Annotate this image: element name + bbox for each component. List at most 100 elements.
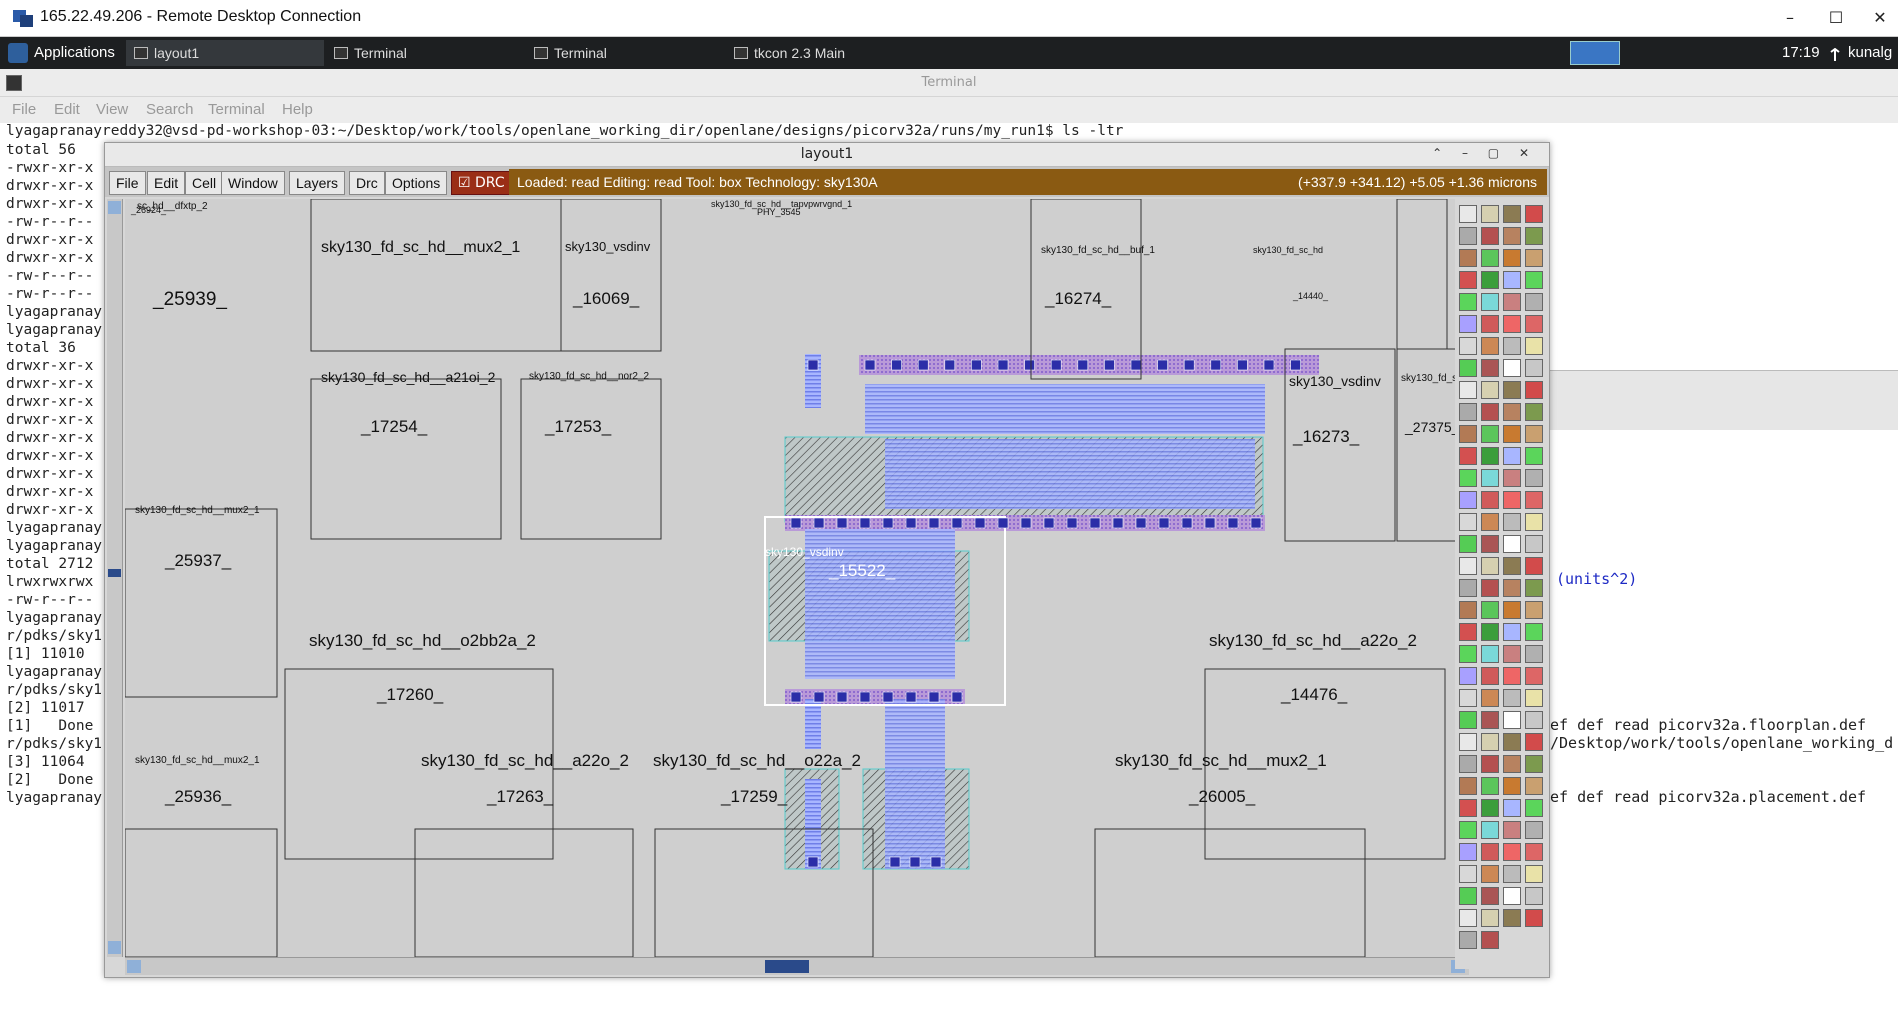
network-icon[interactable] — [1828, 47, 1842, 61]
task-tkcon[interactable]: tkcon 2.3 Main — [726, 40, 924, 66]
layer-swatch[interactable] — [1481, 271, 1499, 289]
layer-swatch[interactable] — [1525, 227, 1543, 245]
layer-swatch[interactable] — [1459, 843, 1477, 861]
layer-swatch[interactable] — [1459, 469, 1477, 487]
layer-swatch[interactable] — [1503, 491, 1521, 509]
layer-swatch[interactable] — [1481, 667, 1499, 685]
layer-swatch[interactable] — [1481, 513, 1499, 531]
scroll-up-arrow-icon[interactable] — [108, 201, 121, 214]
layer-swatch[interactable] — [1459, 337, 1477, 355]
layer-swatch[interactable] — [1459, 513, 1477, 531]
terminal-menu-file[interactable]: File — [12, 101, 36, 118]
layer-swatch[interactable] — [1481, 601, 1499, 619]
layer-swatch[interactable] — [1459, 227, 1477, 245]
layer-swatch[interactable] — [1459, 447, 1477, 465]
layer-swatch[interactable] — [1525, 337, 1543, 355]
layer-swatch[interactable] — [1481, 843, 1499, 861]
layer-swatch[interactable] — [1503, 293, 1521, 311]
layer-swatch[interactable] — [1503, 843, 1521, 861]
drc-toggle[interactable]: ☑ DRC — [451, 171, 512, 195]
layer-swatch[interactable] — [1525, 909, 1543, 927]
layer-swatch[interactable] — [1459, 711, 1477, 729]
magic-menu-edit[interactable]: Edit — [147, 171, 186, 195]
layer-swatch[interactable] — [1525, 799, 1543, 817]
layer-swatch[interactable] — [1481, 447, 1499, 465]
layer-swatch[interactable] — [1459, 315, 1477, 333]
layer-swatch[interactable] — [1481, 469, 1499, 487]
layer-swatch[interactable] — [1503, 887, 1521, 905]
layer-swatch[interactable] — [1503, 799, 1521, 817]
layer-swatch[interactable] — [1481, 645, 1499, 663]
layout-canvas[interactable]: sky130_fd_sc_hd__mux2_1 _25939_ sky130_vsd… — [125, 199, 1469, 957]
layer-swatch[interactable] — [1481, 205, 1499, 223]
terminal-menu-view[interactable]: View — [96, 101, 128, 118]
layer-swatch[interactable] — [1525, 645, 1543, 663]
layer-swatch[interactable] — [1503, 557, 1521, 575]
user-menu[interactable]: kunalg — [1848, 40, 1892, 66]
magic-menu-options[interactable]: Options — [385, 171, 448, 195]
layer-swatch[interactable] — [1481, 909, 1499, 927]
layer-swatch[interactable] — [1503, 249, 1521, 267]
layer-swatch[interactable] — [1525, 469, 1543, 487]
layer-swatch[interactable] — [1481, 227, 1499, 245]
layer-swatch[interactable] — [1481, 579, 1499, 597]
layer-swatch[interactable] — [1503, 513, 1521, 531]
layer-swatch[interactable] — [1525, 513, 1543, 531]
layer-swatch[interactable] — [1525, 777, 1543, 795]
magic-menu-layers[interactable]: Layers — [289, 171, 346, 195]
layer-swatch[interactable] — [1503, 865, 1521, 883]
scroll-thumb[interactable] — [765, 960, 809, 973]
layer-swatch[interactable] — [1525, 623, 1543, 641]
scroll-down-arrow-icon[interactable] — [108, 941, 121, 954]
layer-swatch[interactable] — [1525, 821, 1543, 839]
layer-swatch[interactable] — [1503, 821, 1521, 839]
layer-swatch[interactable] — [1503, 227, 1521, 245]
layer-swatch[interactable] — [1525, 403, 1543, 421]
layer-swatch[interactable] — [1525, 557, 1543, 575]
layer-swatch[interactable] — [1525, 843, 1543, 861]
layer-swatch[interactable] — [1459, 931, 1477, 949]
vertical-scrollbar[interactable] — [107, 199, 123, 957]
magic-menu-cell[interactable]: Cell — [185, 171, 224, 195]
layer-swatch[interactable] — [1481, 711, 1499, 729]
layer-swatch[interactable] — [1481, 931, 1499, 949]
terminal-menu-terminal[interactable]: Terminal — [208, 101, 265, 118]
layer-swatch[interactable] — [1503, 535, 1521, 553]
layer-swatch[interactable] — [1503, 425, 1521, 443]
layer-swatch[interactable] — [1481, 249, 1499, 267]
layer-swatch[interactable] — [1503, 315, 1521, 333]
layer-swatch[interactable] — [1525, 865, 1543, 883]
layer-swatch[interactable] — [1525, 601, 1543, 619]
layer-swatch[interactable] — [1481, 755, 1499, 773]
layer-swatch[interactable] — [1481, 689, 1499, 707]
layer-swatch[interactable] — [1459, 425, 1477, 443]
layer-swatch[interactable] — [1481, 491, 1499, 509]
layer-swatch[interactable] — [1459, 359, 1477, 377]
scroll-thumb[interactable] — [108, 569, 121, 577]
layer-swatch[interactable] — [1459, 887, 1477, 905]
layer-swatch[interactable] — [1481, 733, 1499, 751]
terminal-menu-help[interactable]: Help — [282, 101, 313, 118]
layer-swatch[interactable] — [1459, 535, 1477, 553]
layer-swatch[interactable] — [1525, 535, 1543, 553]
layer-swatch[interactable] — [1525, 205, 1543, 223]
layer-swatch[interactable] — [1459, 293, 1477, 311]
layer-swatch[interactable] — [1503, 689, 1521, 707]
layer-swatch[interactable] — [1459, 491, 1477, 509]
layer-swatch[interactable] — [1503, 403, 1521, 421]
layer-swatch[interactable] — [1503, 381, 1521, 399]
layer-swatch[interactable] — [1503, 447, 1521, 465]
magic-menu-drc[interactable]: Drc — [349, 171, 385, 195]
layer-swatch[interactable] — [1459, 249, 1477, 267]
layer-swatch[interactable] — [1525, 271, 1543, 289]
layer-swatch[interactable] — [1503, 601, 1521, 619]
layer-swatch[interactable] — [1481, 865, 1499, 883]
layer-swatch[interactable] — [1503, 777, 1521, 795]
workspace-switcher[interactable] — [1570, 41, 1620, 65]
layer-swatch[interactable] — [1503, 205, 1521, 223]
layer-swatch[interactable] — [1459, 645, 1477, 663]
layer-swatch[interactable] — [1459, 667, 1477, 685]
layer-swatch[interactable] — [1481, 315, 1499, 333]
terminal-menu-search[interactable]: Search — [146, 101, 194, 118]
layer-swatch[interactable] — [1459, 777, 1477, 795]
